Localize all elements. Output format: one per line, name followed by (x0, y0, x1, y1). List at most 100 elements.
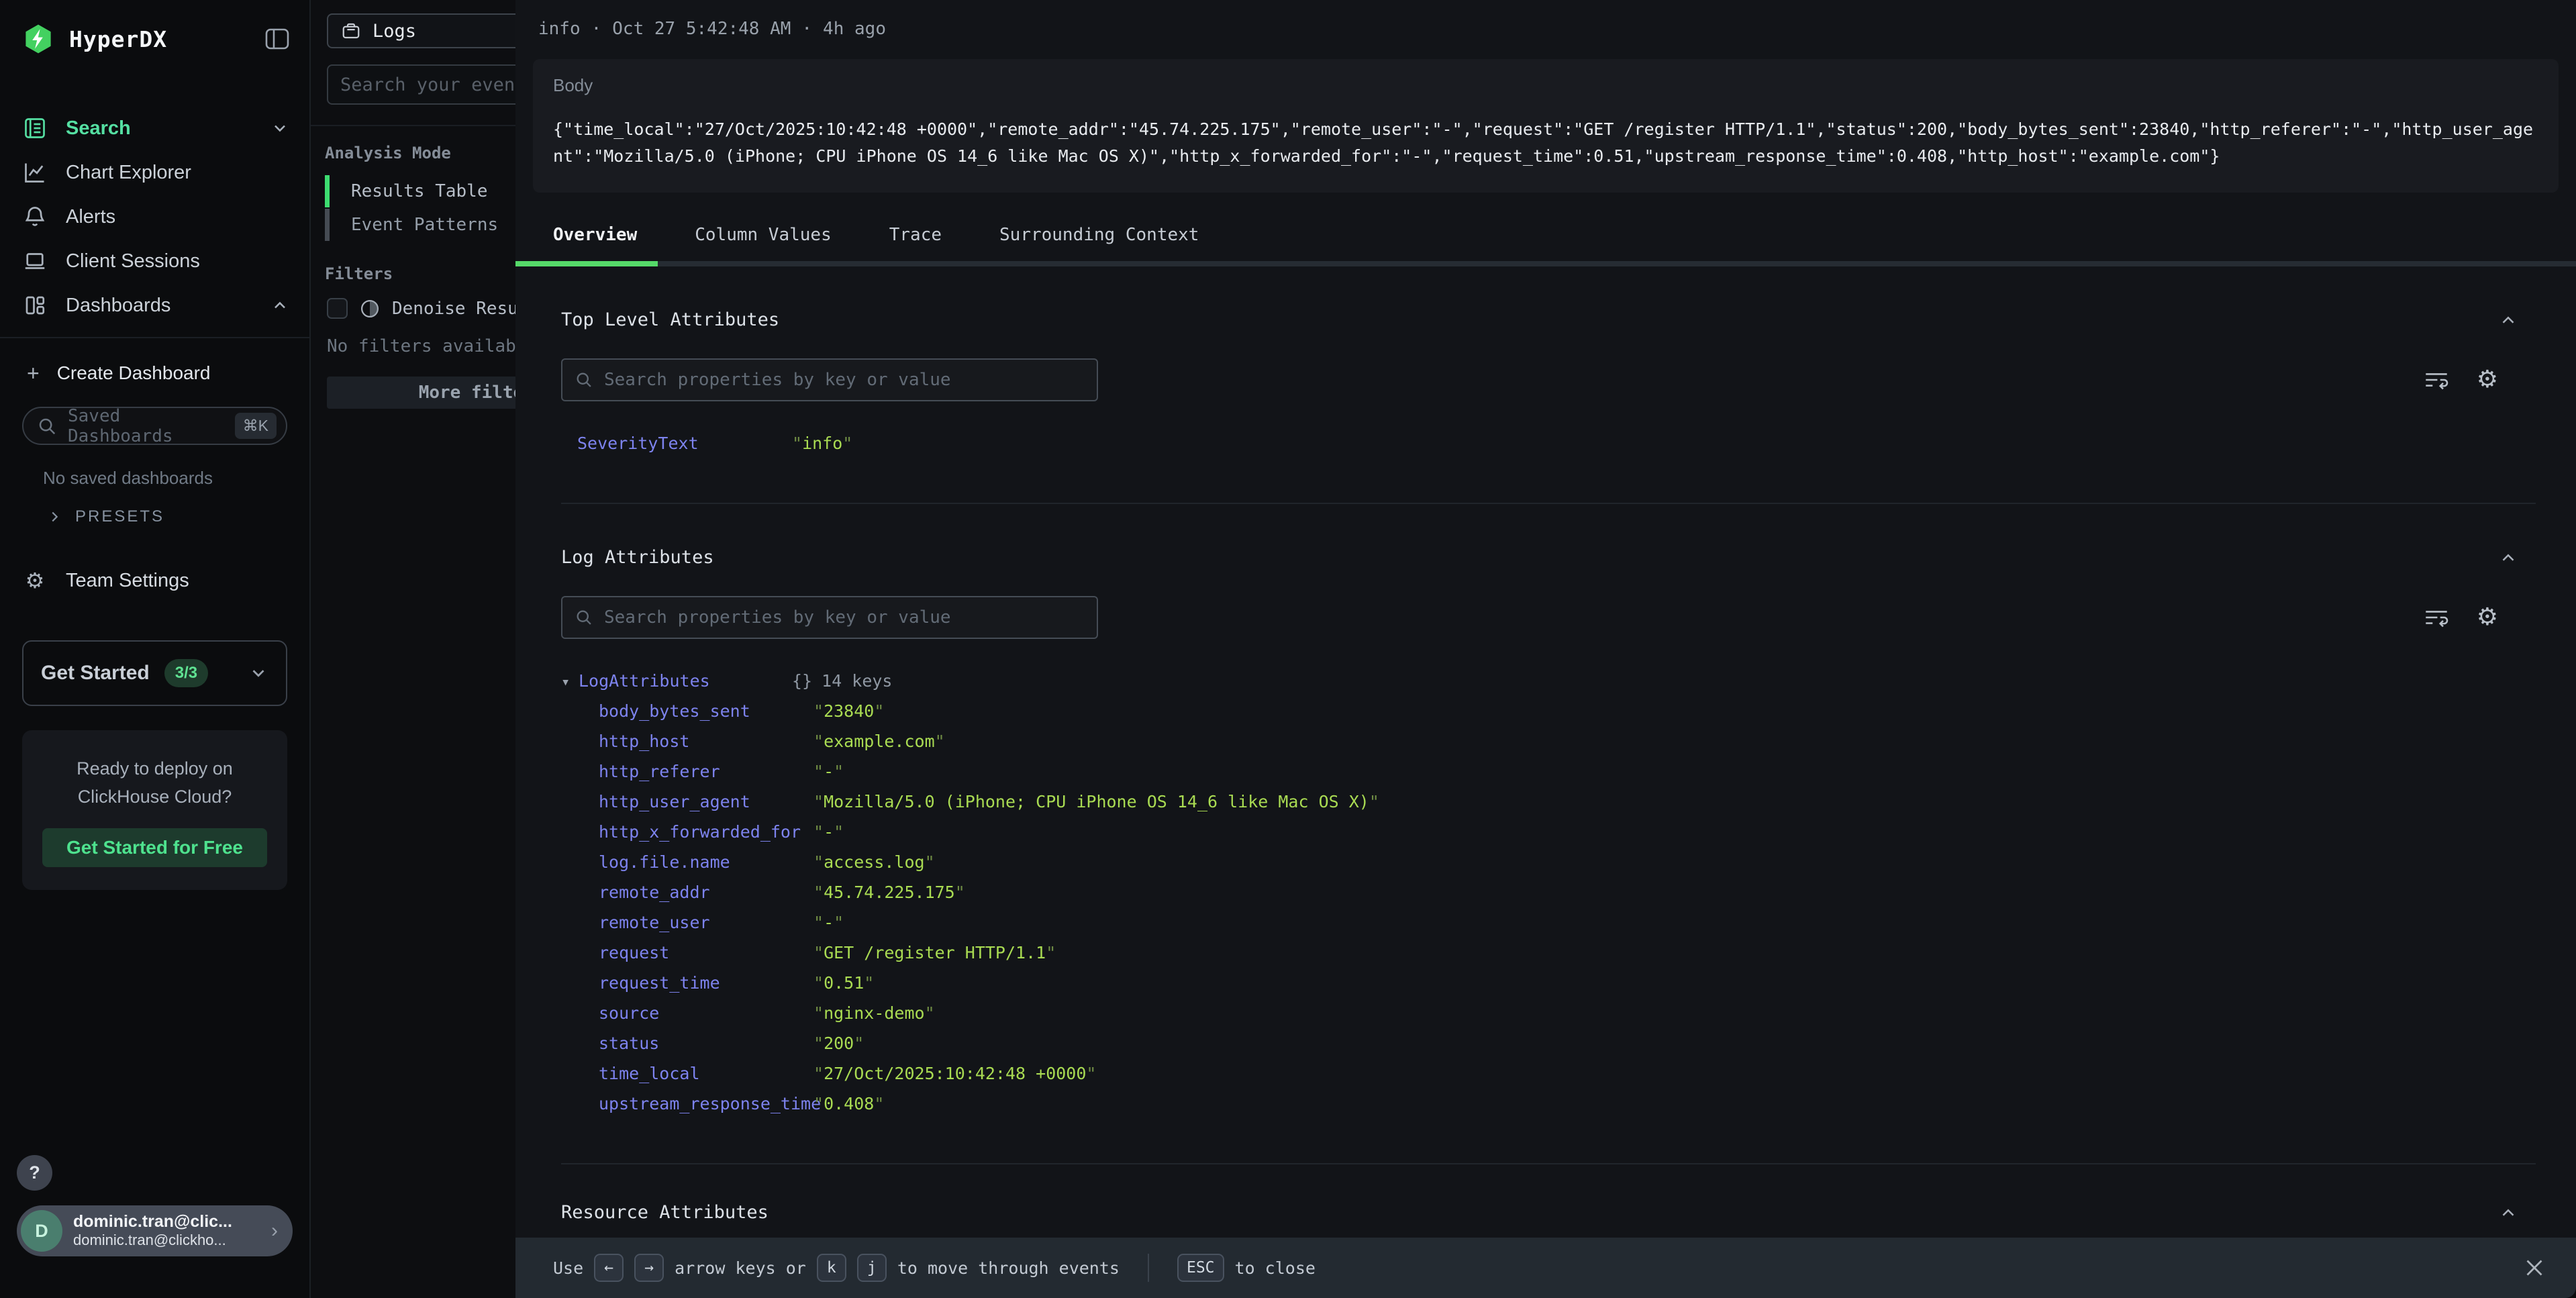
tab-surrounding-context[interactable]: Surrounding Context (999, 213, 1199, 266)
no-filters-text: No filters available (327, 336, 515, 356)
attribute-key[interactable]: status (599, 1034, 813, 1053)
sidebar-item-search[interactable]: Search (0, 106, 309, 150)
tab-trace[interactable]: Trace (889, 213, 942, 266)
table-row: time_local 27/Oct/2025:10:42:48 +0000 (561, 1064, 2536, 1084)
caret-down-icon[interactable]: ▾ (561, 674, 579, 691)
clickhouse-cloud-promo: Ready to deploy on ClickHouse Cloud? Get… (22, 730, 287, 890)
property-search[interactable] (561, 596, 1098, 639)
attribute-value[interactable]: 0.408 (813, 1094, 884, 1113)
footer-divider (1148, 1254, 1149, 1282)
section-settings-icon[interactable]: ⚙ (2477, 368, 2498, 392)
sidebar-divider (0, 337, 309, 338)
user-menu[interactable]: D dominic.tran@clic... dominic.tran@clic… (17, 1205, 293, 1256)
presets-toggle[interactable]: PRESETS (47, 507, 309, 526)
attribute-key[interactable]: upstream_response_time (599, 1094, 813, 1113)
analysis-mode-event-patterns[interactable]: Event Patterns (311, 208, 515, 242)
collapse-section-icon[interactable] (2498, 548, 2536, 568)
close-icon[interactable] (2522, 1256, 2546, 1280)
attribute-key[interactable]: http_user_agent (599, 792, 813, 811)
property-search-input[interactable] (604, 607, 1085, 628)
attribute-key[interactable]: log.file.name (599, 852, 813, 872)
attribute-value[interactable]: info (792, 434, 852, 453)
attribute-key[interactable]: remote_addr (599, 883, 813, 902)
braces-icon: {} (792, 671, 812, 691)
sidebar-item-team-settings[interactable]: ⚙ Team Settings (0, 558, 309, 603)
attribute-key[interactable]: LogAttributes (579, 671, 792, 691)
severity-level: info (538, 19, 581, 39)
logo-row: HyperDX (0, 0, 309, 62)
sidebar-item-client-sessions[interactable]: Client Sessions (0, 239, 309, 283)
attribute-key[interactable]: http_x_forwarded_for (599, 822, 813, 842)
separator-dot: · (801, 19, 812, 39)
no-saved-dashboards-text: No saved dashboards (43, 468, 309, 489)
denoise-checkbox[interactable] (327, 298, 348, 319)
attribute-key[interactable]: http_host (599, 732, 813, 751)
help-button[interactable]: ? (17, 1155, 52, 1191)
attribute-value[interactable]: - (813, 822, 844, 842)
log-attributes-root-row[interactable]: ▾ LogAttributes {} 14 keys (561, 671, 2536, 691)
section-title: Log Attributes (561, 547, 714, 568)
log-attributes-section: Log Attributes ⚙ (561, 503, 2536, 1163)
attribute-key[interactable]: http_referer (599, 762, 813, 781)
table-row: http_referer - (561, 762, 2536, 782)
more-filters-button[interactable]: More filte (327, 377, 515, 409)
analysis-mode-results-table[interactable]: Results Table (311, 174, 515, 208)
sidebar-item-label: Search (66, 117, 131, 140)
dashboards-grid-icon (22, 293, 48, 317)
attribute-value[interactable]: 23840 (813, 701, 884, 721)
attribute-value[interactable]: example.com (813, 732, 945, 751)
main-nav: Search Chart Explorer Alerts Client Sess… (0, 106, 309, 328)
attribute-value[interactable]: 27/Oct/2025:10:42:48 +0000 (813, 1064, 1096, 1083)
sidebar-item-chart-explorer[interactable]: Chart Explorer (0, 150, 309, 195)
attribute-value[interactable]: access.log (813, 852, 935, 872)
get-started-free-button[interactable]: Get Started for Free (42, 828, 267, 867)
attribute-value[interactable]: nginx-demo (813, 1003, 935, 1023)
attribute-value[interactable]: Mozilla/5.0 (iPhone; CPU iPhone OS 14_6 … (813, 792, 1379, 811)
attribute-value[interactable]: 0.51 (813, 973, 874, 993)
create-dashboard-button[interactable]: + Create Dashboard (0, 349, 309, 397)
saved-dashboards-search[interactable]: Saved Dashboards ⌘K (22, 407, 287, 445)
j-key: j (857, 1254, 887, 1282)
attribute-key[interactable]: request (599, 943, 813, 962)
attribute-value[interactable]: - (813, 762, 844, 781)
collapse-section-icon[interactable] (2498, 1203, 2536, 1223)
source-select[interactable]: Logs (327, 13, 515, 48)
table-row: SeverityText info (561, 434, 2536, 454)
table-row: request GET /register HTTP/1.1 (561, 943, 2536, 963)
sidebar-item-alerts[interactable]: Alerts (0, 195, 309, 239)
attribute-value[interactable]: - (813, 913, 844, 932)
get-started-label: Get Started (41, 662, 150, 685)
attribute-value[interactable]: GET /register HTTP/1.1 (813, 943, 1056, 962)
attribute-key[interactable]: remote_user (599, 913, 813, 932)
sidebar-collapse-icon[interactable] (265, 28, 289, 50)
tabbar-baseline (515, 261, 2576, 266)
attribute-key[interactable]: body_bytes_sent (599, 701, 813, 721)
get-started-accordion[interactable]: Get Started 3/3 (22, 640, 287, 706)
tab-column-values[interactable]: Column Values (695, 213, 832, 266)
attribute-key[interactable]: SeverityText (577, 434, 792, 453)
wrap-lines-icon[interactable] (2423, 605, 2450, 630)
section-settings-icon[interactable]: ⚙ (2477, 605, 2498, 630)
shortcut-badge: ⌘K (235, 413, 277, 439)
search-list-icon (22, 116, 48, 140)
denoise-results-toggle[interactable]: Denoise Resul (327, 298, 515, 319)
hyperdx-logo-icon (22, 23, 54, 55)
analysis-filters-section: Analysis Mode Results Table Event Patter… (311, 125, 515, 409)
collapse-section-icon[interactable] (2498, 310, 2536, 330)
chart-icon (22, 160, 48, 185)
sidebar-item-dashboards[interactable]: Dashboards (0, 283, 309, 328)
attribute-value[interactable]: 45.74.225.175 (813, 883, 965, 902)
property-search[interactable] (561, 358, 1098, 401)
attribute-key[interactable]: source (599, 1003, 813, 1023)
attribute-key[interactable]: request_time (599, 973, 813, 993)
body-json-content[interactable]: {"time_local":"27/Oct/2025:10:42:48 +000… (553, 116, 2538, 170)
property-search-input[interactable] (604, 370, 1085, 390)
saved-dashboards-placeholder: Saved Dashboards (68, 406, 224, 446)
tab-overview[interactable]: Overview (553, 213, 637, 266)
chevron-down-icon (270, 119, 289, 138)
wrap-lines-icon[interactable] (2423, 368, 2450, 392)
attribute-value[interactable]: 200 (813, 1034, 864, 1053)
arrow-left-key: ← (594, 1254, 624, 1282)
attribute-key[interactable]: time_local (599, 1064, 813, 1083)
event-search-input[interactable] (327, 64, 515, 105)
